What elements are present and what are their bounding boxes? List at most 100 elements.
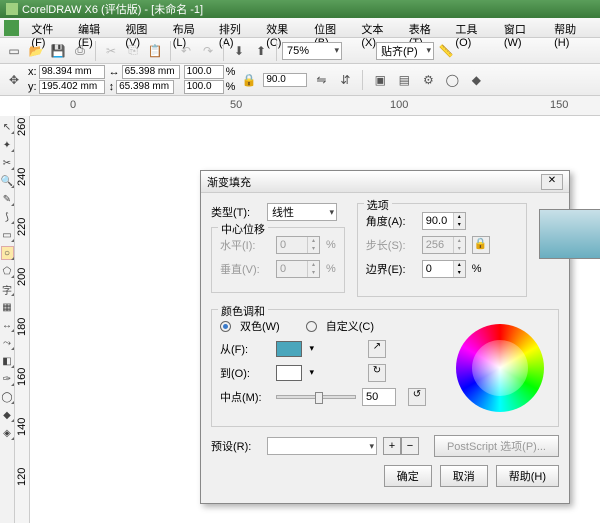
menu-layout[interactable]: 布局(L) bbox=[167, 18, 213, 37]
steps-label: 步长(S): bbox=[366, 237, 416, 253]
zoom-combo[interactable]: 75% bbox=[282, 42, 342, 60]
menu-table[interactable]: 表格(T) bbox=[403, 18, 450, 37]
type-value: 线性 bbox=[272, 204, 294, 220]
pct-label: % bbox=[326, 263, 336, 275]
options-icon[interactable]: ⚙ bbox=[418, 70, 438, 90]
ruler-tick: 220 bbox=[16, 218, 28, 236]
color-wheel[interactable] bbox=[456, 324, 544, 412]
order-icon[interactable]: ▣ bbox=[370, 70, 390, 90]
custom-radio[interactable] bbox=[306, 321, 317, 332]
menu-text[interactable]: 文本(X) bbox=[355, 18, 402, 37]
smart-tool-icon[interactable]: ⟆ bbox=[1, 210, 14, 224]
center-group-label: 中心位移 bbox=[218, 221, 268, 237]
help-button[interactable]: 帮助(H) bbox=[496, 465, 559, 487]
snap-combo[interactable]: 贴齐(P) bbox=[376, 42, 434, 60]
scalex-input[interactable]: 100.0 bbox=[184, 65, 224, 79]
wrap-icon[interactable]: ▤ bbox=[394, 70, 414, 90]
ok-button[interactable]: 确定 bbox=[384, 465, 432, 487]
ellipse-tool-icon[interactable]: ○ bbox=[1, 246, 14, 260]
menubar: 文件(F) 编辑(E) 视图(V) 布局(L) 排列(A) 效果(C) 位图(B… bbox=[0, 18, 600, 38]
lock-ratio-icon[interactable]: 🔒 bbox=[239, 70, 259, 90]
twocolor-radio[interactable] bbox=[220, 321, 231, 332]
crop-tool-icon[interactable]: ✂ bbox=[1, 156, 14, 170]
path-direct-icon[interactable]: ↗ bbox=[368, 340, 386, 358]
angle-input[interactable]: 90.0▴▾ bbox=[422, 212, 466, 230]
menu-help[interactable]: 帮助(H) bbox=[548, 18, 596, 37]
midpoint-slider[interactable] bbox=[276, 395, 356, 399]
open-icon[interactable]: 📂 bbox=[26, 41, 46, 61]
preset-add-button[interactable]: + bbox=[383, 437, 401, 455]
save-icon[interactable]: 💾 bbox=[48, 41, 68, 61]
separator bbox=[223, 41, 224, 61]
scaley-input[interactable]: 100.0 bbox=[184, 80, 224, 94]
effects-tool-icon[interactable]: ◧ bbox=[1, 354, 14, 368]
preset-combo[interactable] bbox=[267, 437, 377, 455]
menu-tools[interactable]: 工具(O) bbox=[449, 18, 497, 37]
eyedropper-tool-icon[interactable]: ✑ bbox=[1, 372, 14, 386]
midpoint-input[interactable]: 50 bbox=[362, 388, 396, 406]
undo-icon[interactable]: ↶ bbox=[176, 41, 196, 61]
shape-tool-icon[interactable]: ✦ bbox=[1, 138, 14, 152]
menu-window[interactable]: 窗口(W) bbox=[498, 18, 548, 37]
redo-icon[interactable]: ↷ bbox=[198, 41, 218, 61]
zoom-value: 75% bbox=[287, 45, 309, 57]
convert-icon[interactable]: ◆ bbox=[466, 70, 486, 90]
blend-group-label: 颜色调和 bbox=[218, 303, 268, 319]
print-icon[interactable]: ⎙ bbox=[70, 41, 90, 61]
mirror-v-icon[interactable]: ⇵ bbox=[335, 70, 355, 90]
app-icon bbox=[4, 20, 19, 36]
preset-remove-button[interactable]: − bbox=[401, 437, 419, 455]
copy-icon[interactable]: ⎘ bbox=[123, 41, 143, 61]
fill-tool-icon[interactable]: ◆ bbox=[1, 408, 14, 422]
lock-icon[interactable]: 🔒 bbox=[472, 236, 490, 254]
new-icon[interactable]: ▭ bbox=[4, 41, 24, 61]
menu-file[interactable]: 文件(F) bbox=[25, 18, 72, 37]
outline-tool-icon[interactable]: ◯ bbox=[1, 390, 14, 404]
width-input[interactable]: 65.398 mm bbox=[122, 65, 180, 79]
anchor-icon[interactable]: ✥ bbox=[4, 70, 24, 90]
path-cw-icon[interactable]: ↻ bbox=[368, 364, 386, 382]
preset-addremove: + − bbox=[383, 437, 419, 455]
menu-edit[interactable]: 编辑(E) bbox=[72, 18, 119, 37]
export-icon[interactable]: ⬆ bbox=[251, 41, 271, 61]
edge-input[interactable]: 0▴▾ bbox=[422, 260, 466, 278]
separator bbox=[95, 41, 96, 61]
from-color-swatch[interactable] bbox=[276, 341, 302, 357]
dimension-tool-icon[interactable]: ↔ bbox=[1, 318, 14, 332]
close-icon[interactable]: ✕ bbox=[541, 174, 563, 190]
outline-icon[interactable]: ◯ bbox=[442, 70, 462, 90]
menu-effects[interactable]: 效果(C) bbox=[260, 18, 308, 37]
mirror-h-icon[interactable]: ⇋ bbox=[311, 70, 331, 90]
gradient-fill-dialog: 渐变填充 ✕ 类型(T): 线性 中心位移 水平(I): 0▴▾ % 垂直(V) bbox=[200, 170, 570, 504]
import-icon[interactable]: ⬇ bbox=[229, 41, 249, 61]
menu-arrange[interactable]: 排列(A) bbox=[213, 18, 260, 37]
dialog-titlebar[interactable]: 渐变填充 ✕ bbox=[201, 171, 569, 193]
table-tool-icon[interactable]: ▦ bbox=[1, 300, 14, 314]
rectangle-tool-icon[interactable]: ▭ bbox=[1, 228, 14, 242]
ruler-icon[interactable]: 📏 bbox=[436, 41, 456, 61]
freehand-tool-icon[interactable]: ✎ bbox=[1, 192, 14, 206]
mid-label: 中点(M): bbox=[220, 389, 270, 405]
to-color-swatch[interactable] bbox=[276, 365, 302, 381]
cut-icon[interactable]: ✂ bbox=[101, 41, 121, 61]
connector-tool-icon[interactable]: ⤳ bbox=[1, 336, 14, 350]
y-input[interactable]: 195.402 mm bbox=[39, 80, 105, 94]
menu-bitmap[interactable]: 位图(B) bbox=[308, 18, 355, 37]
x-input[interactable]: 98.394 mm bbox=[39, 65, 105, 79]
ruler-tick: 180 bbox=[16, 318, 28, 336]
type-combo[interactable]: 线性 bbox=[267, 203, 337, 221]
pct-label: % bbox=[326, 239, 336, 251]
rotation-input[interactable]: 90.0 bbox=[263, 73, 307, 87]
cancel-button[interactable]: 取消 bbox=[440, 465, 488, 487]
text-tool-icon[interactable]: 字 bbox=[1, 282, 14, 296]
polygon-tool-icon[interactable]: ⬠ bbox=[1, 264, 14, 278]
hy-input: 0▴▾ bbox=[276, 260, 320, 278]
path-ccw-icon[interactable]: ↺ bbox=[408, 388, 426, 406]
ruler-tick: 240 bbox=[16, 168, 28, 186]
height-input[interactable]: 65.398 mm bbox=[116, 80, 174, 94]
paste-icon[interactable]: 📋 bbox=[145, 41, 165, 61]
menu-view[interactable]: 视图(V) bbox=[119, 18, 166, 37]
interactive-fill-icon[interactable]: ◈ bbox=[1, 426, 14, 440]
pick-tool-icon[interactable]: ↖ bbox=[1, 120, 14, 134]
zoom-tool-icon[interactable]: 🔍 bbox=[1, 174, 14, 188]
